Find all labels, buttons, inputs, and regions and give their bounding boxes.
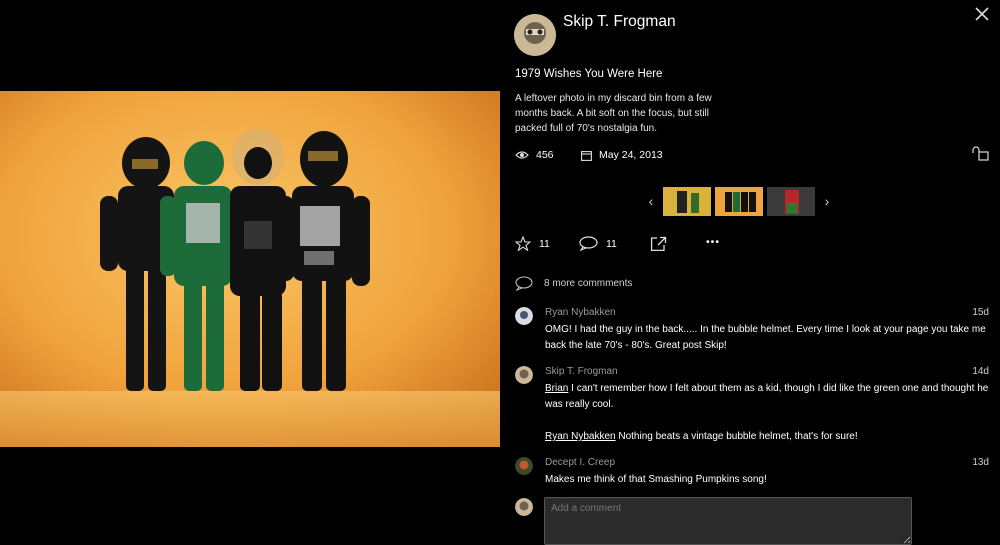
fave-count: 11 <box>539 237 550 250</box>
more-comments-link[interactable]: 8 more commments <box>515 276 632 291</box>
share-button[interactable] <box>650 236 667 252</box>
commenter-avatar[interactable] <box>515 307 533 325</box>
comment-text: Makes me think of that Smashing Pumpkins… <box>545 474 767 485</box>
photostream-strip: ‹ › <box>643 186 858 216</box>
date-taken: May 24, 2013 <box>581 149 663 161</box>
owner-name[interactable]: Skip T. Frogman <box>563 13 676 31</box>
calendar-icon <box>581 150 592 161</box>
commenter-avatar[interactable] <box>515 457 533 475</box>
comment-time: 14d <box>972 366 989 377</box>
mention-link[interactable]: Brian <box>545 383 568 394</box>
comment-time: 15d <box>972 307 989 318</box>
eye-icon <box>515 151 529 159</box>
more-options-icon: ••• <box>706 236 721 248</box>
comment-icon <box>579 236 598 251</box>
view-count-value: 456 <box>536 149 554 161</box>
mention-link[interactable]: Ryan Nybakken <box>545 431 616 442</box>
comment-button[interactable]: 11 <box>579 236 617 251</box>
lock-icon[interactable] <box>972 146 989 166</box>
photo-description: A leftover photo in my discard bin from … <box>515 93 712 134</box>
comment-text-part: Nothing beats a vintage bubble helmet, t… <box>615 431 858 442</box>
photo-viewer <box>0 0 500 541</box>
comment-item: Ryan Nybakken 15d OMG! I had the guy in … <box>515 307 989 355</box>
thumbnail-prev[interactable] <box>663 186 711 216</box>
thumbnail-current[interactable] <box>715 186 763 216</box>
comment-time: 13d <box>972 457 989 468</box>
current-user-avatar[interactable] <box>515 498 533 516</box>
comment-author[interactable]: Skip T. Frogman <box>545 366 618 377</box>
view-count: 456 <box>515 149 554 161</box>
photo-title: 1979 Wishes You Were Here <box>515 68 663 80</box>
comment-text: OMG! I had the guy in the back..... In t… <box>545 324 986 351</box>
date-value: May 24, 2013 <box>599 149 663 161</box>
comment-text-part: I can't remember how I felt about them a… <box>545 383 989 410</box>
thumbnail-next[interactable] <box>767 186 815 216</box>
main-photo[interactable] <box>0 91 500 447</box>
close-icon[interactable] <box>972 4 992 24</box>
prev-photo-button[interactable]: ‹ <box>643 193 659 209</box>
more-comments-label: 8 more commments <box>544 278 633 289</box>
fave-button[interactable]: 11 <box>515 236 550 251</box>
comment-author[interactable]: Ryan Nybakken <box>545 307 616 318</box>
add-comment-input[interactable] <box>544 497 912 545</box>
photo-details-panel: Skip T. Frogman 1979 Wishes You Were Her… <box>500 0 1000 545</box>
comment-count: 11 <box>606 237 617 250</box>
comment-icon <box>515 276 533 291</box>
owner-avatar[interactable] <box>514 14 556 56</box>
star-icon <box>515 236 531 251</box>
action-figures-photo <box>0 91 500 447</box>
comment-item: Decept I. Creep 13d Makes me think of th… <box>515 457 989 491</box>
comment-item: Skip T. Frogman 14d Brian I can't rememb… <box>515 366 989 446</box>
next-photo-button[interactable]: › <box>819 193 835 209</box>
share-icon <box>650 236 667 252</box>
more-options-button[interactable]: ••• <box>706 236 720 248</box>
comment-text: Brian I can't remember how I felt about … <box>545 381 993 445</box>
commenter-avatar[interactable] <box>515 366 533 384</box>
comment-author[interactable]: Decept I. Creep <box>545 457 615 468</box>
